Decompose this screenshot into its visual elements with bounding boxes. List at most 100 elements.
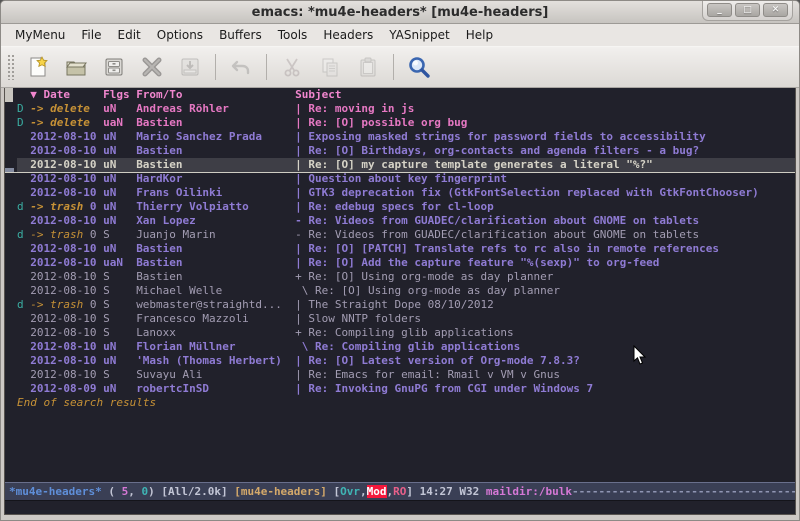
from-cell: Bastien: [136, 144, 295, 158]
from-cell: Francesco Mazzoli: [136, 312, 295, 326]
date-cell: 2012-08-10: [30, 368, 103, 382]
cut-icon: [275, 51, 309, 83]
mouse-cursor: [633, 345, 647, 366]
new-file-icon[interactable]: [21, 51, 55, 83]
menu-headers[interactable]: Headers: [315, 26, 381, 44]
message-row[interactable]: 2012-08-10uNFlorian Müllner \ Re: Compil…: [17, 340, 795, 354]
message-row[interactable]: 2012-08-09uNrobertcInSD| Re: Invoking Gn…: [17, 382, 795, 396]
from-cell: Michael Welle: [136, 284, 295, 298]
message-row[interactable]: D-> deleteuaNBastien| Re: [O] possible o…: [17, 116, 795, 130]
emacs-window: emacs: *mu4e-headers* [mu4e-headers] _□✕…: [0, 0, 800, 521]
subject-cell: - Re: Videos from GUADEC/clarification a…: [295, 214, 699, 227]
message-row[interactable]: 2012-08-10uNBastien| Re: [O] [PATCH] Tra…: [17, 242, 795, 256]
message-row[interactable]: 2012-08-10uNBastien| Re: [O] my capture …: [17, 158, 795, 172]
message-row[interactable]: d-> trash 0SJuanjo Marin- Re: Videos fro…: [17, 228, 795, 242]
subject-cell: | Question about key fingerprint: [295, 172, 507, 185]
message-row[interactable]: 2012-08-10uNXan Lopez- Re: Videos from G…: [17, 214, 795, 228]
message-row[interactable]: 2012-08-10uNHardKor| Question about key …: [17, 172, 795, 186]
message-row[interactable]: 2012-08-10SFrancesco Mazzoli| Slow NNTP …: [17, 312, 795, 326]
menu-yasnippet[interactable]: YASnippet: [381, 26, 458, 44]
subject-cell: | Re: [O] Latest version of Org-mode 7.8…: [295, 354, 580, 367]
date-cell: 2012-08-10: [30, 284, 103, 298]
menu-buffers[interactable]: Buffers: [211, 26, 270, 44]
save-icon[interactable]: [97, 51, 131, 83]
date-cell: 2012-08-09: [30, 382, 103, 396]
column-from[interactable]: From/To: [136, 88, 295, 102]
end-of-results: End of search results: [17, 396, 795, 410]
flags-cell: uN: [103, 102, 136, 116]
date-cell: -> trash 0: [30, 228, 103, 242]
modeline-segment: Mod: [367, 485, 387, 498]
open-folder-icon[interactable]: [59, 51, 93, 83]
undo-icon: [224, 51, 258, 83]
flags-cell: uN: [103, 130, 136, 144]
toolbar-grip-handle[interactable]: [7, 54, 15, 80]
menu-mymenu[interactable]: MyMenu: [7, 26, 73, 44]
subject-cell: | Re: [O] Birthdays, org-contacts and ag…: [295, 144, 699, 157]
scrollbar-thumb[interactable]: [5, 88, 13, 102]
from-cell: Bastien: [136, 242, 295, 256]
subject-cell: | Re: moving in js: [295, 102, 414, 115]
flags-cell: uN: [103, 340, 136, 354]
move-flag: D: [17, 102, 30, 116]
from-cell: robertcInSD: [136, 382, 295, 396]
menu-options[interactable]: Options: [149, 26, 211, 44]
message-row[interactable]: 2012-08-10SSuvayu Ali| Re: Emacs for ema…: [17, 368, 795, 382]
modeline-segment: [: [327, 485, 340, 498]
save-as-icon: [173, 51, 207, 83]
message-list: D-> deleteuNAndreas Röhler| Re: moving i…: [17, 102, 795, 396]
column-subject[interactable]: Subject: [295, 88, 341, 101]
message-row[interactable]: 2012-08-10uNFrans Oilinki| GTK3 deprecat…: [17, 186, 795, 200]
titlebar[interactable]: emacs: *mu4e-headers* [mu4e-headers] _□✕: [1, 1, 799, 24]
modeline-segment: ]: [406, 485, 419, 498]
from-cell: Juanjo Marin: [136, 228, 295, 242]
close-button[interactable]: ✕: [763, 3, 788, 17]
message-row[interactable]: 2012-08-10uN'Mash (Thomas Herbert)| Re: …: [17, 354, 795, 368]
paste-icon: [351, 51, 385, 83]
date-cell: 2012-08-10: [30, 354, 103, 368]
search-icon[interactable]: [402, 51, 436, 83]
window-title: emacs: *mu4e-headers* [mu4e-headers]: [252, 5, 549, 20]
modeline-segment: RO: [393, 485, 406, 498]
modeline-segment: *mu4e-headers*: [9, 485, 102, 498]
close-buffer-icon[interactable]: [135, 51, 169, 83]
modeline-segment: ): [148, 485, 161, 498]
flags-cell: S: [103, 270, 136, 284]
date-cell: -> trash 0: [30, 200, 103, 214]
message-row[interactable]: 2012-08-10uNBastien| Re: [O] Birthdays, …: [17, 144, 795, 158]
message-row[interactable]: 2012-08-10SMichael Welle \ Re: [O] Using…: [17, 284, 795, 298]
menu-edit[interactable]: Edit: [110, 26, 149, 44]
flags-cell: S: [103, 298, 136, 312]
message-row[interactable]: 2012-08-10SLanoxx+ Re: Compiling glib ap…: [17, 326, 795, 340]
move-flag: d: [17, 200, 30, 214]
menu-help[interactable]: Help: [458, 26, 501, 44]
echo-area[interactable]: [5, 500, 795, 514]
menu-file[interactable]: File: [73, 26, 109, 44]
message-row[interactable]: d-> trash 0uNThierry Volpiatto| Re: edeb…: [17, 200, 795, 214]
message-row[interactable]: 2012-08-10uNMario Sanchez Prada| Exposin…: [17, 130, 795, 144]
header-line: ▼ DateFlgsFrom/ToSubject: [17, 88, 795, 102]
maximize-button[interactable]: □: [735, 3, 760, 17]
menu-tools[interactable]: Tools: [270, 26, 316, 44]
toolbar-separator: [266, 54, 267, 80]
flags-cell: uaN: [103, 256, 136, 270]
move-flag: d: [17, 298, 30, 312]
date-cell: 2012-08-10: [30, 172, 103, 186]
buffer-text-area[interactable]: ▼ DateFlgsFrom/ToSubject D-> deleteuNAnd…: [5, 88, 795, 482]
message-row[interactable]: d-> trash 0Swebmaster@straightd...| The …: [17, 298, 795, 312]
column-flgs[interactable]: Flgs: [103, 88, 136, 102]
move-flag: d: [17, 228, 30, 242]
message-row[interactable]: 2012-08-10uaNBastien| Re: [O] Add the ca…: [17, 256, 795, 270]
move-flag: D: [17, 116, 30, 130]
column-date[interactable]: ▼ Date: [30, 88, 103, 102]
message-row[interactable]: 2012-08-10SBastien+ Re: [O] Using org-mo…: [17, 270, 795, 284]
date-cell: 2012-08-10: [30, 186, 103, 200]
date-cell: -> delete: [30, 116, 103, 130]
flags-cell: uN: [103, 200, 136, 214]
date-cell: 2012-08-10: [30, 256, 103, 270]
subject-cell: | Re: [O] possible org bug: [295, 116, 467, 129]
minimize-button[interactable]: _: [707, 3, 732, 17]
message-row[interactable]: D-> deleteuNAndreas Röhler| Re: moving i…: [17, 102, 795, 116]
flags-cell: S: [103, 228, 136, 242]
subject-cell: | Slow NNTP folders: [295, 312, 421, 325]
